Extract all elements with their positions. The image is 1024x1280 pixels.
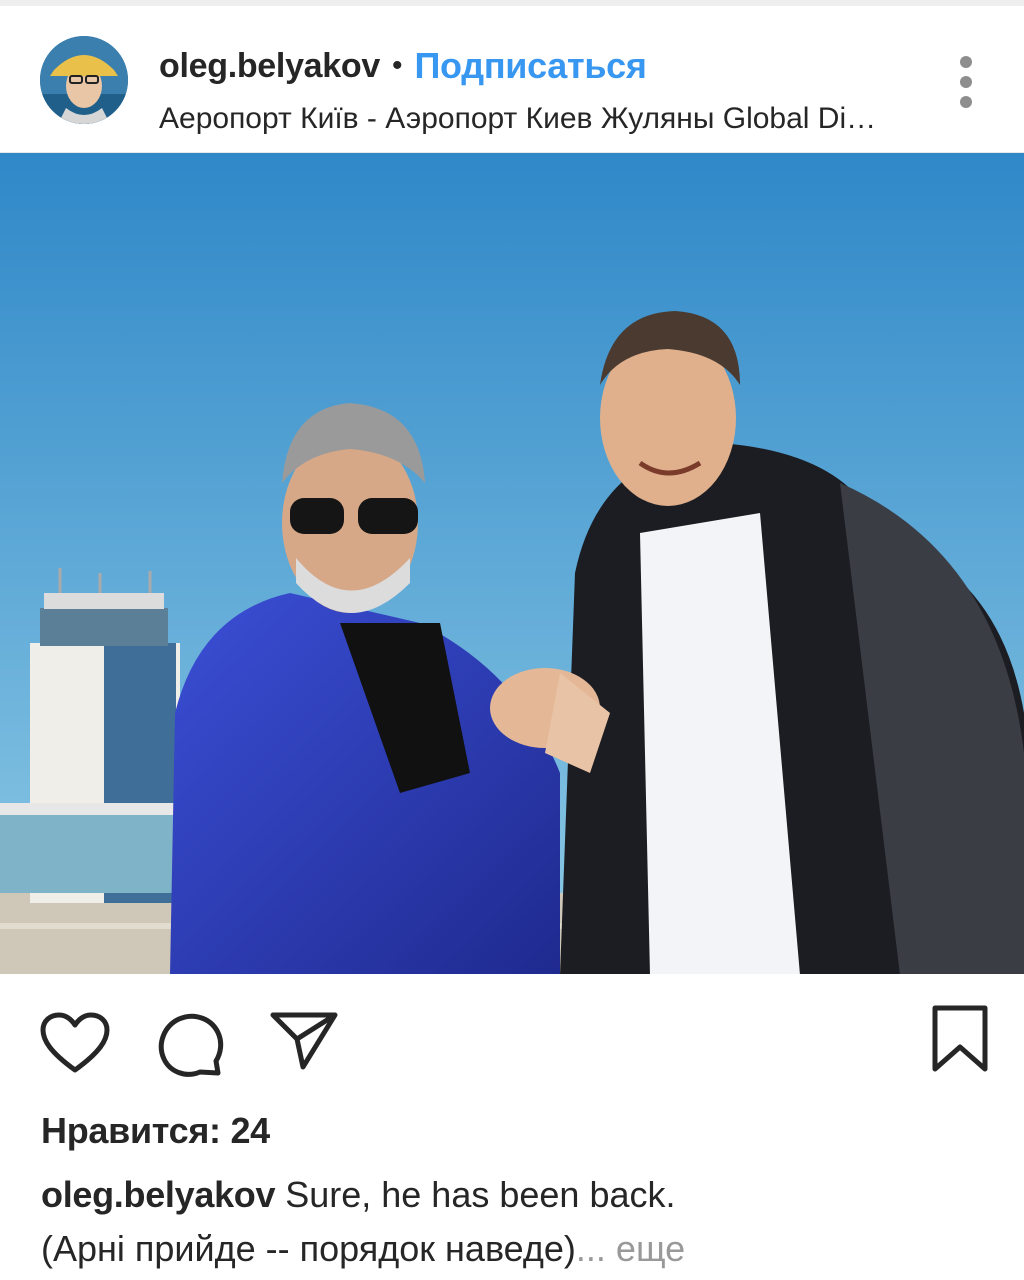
paper-plane-icon <box>270 1012 338 1070</box>
more-options-button[interactable] <box>946 52 986 112</box>
avatar[interactable] <box>40 36 128 124</box>
post-header: oleg.belyakov • Подписаться Аеропорт Киї… <box>0 6 1024 152</box>
avatar-image <box>40 36 128 124</box>
more-vertical-icon <box>960 56 972 68</box>
save-button[interactable] <box>930 1005 990 1078</box>
post-caption: oleg.belyakov Sure, he has been back. (А… <box>41 1168 1001 1276</box>
bookmark-icon <box>932 1005 988 1072</box>
heart-icon <box>40 1012 110 1073</box>
user-line: oleg.belyakov • Подписаться <box>159 42 647 90</box>
caption-more-link[interactable]: ... еще <box>576 1228 685 1269</box>
photo-image <box>0 153 1024 974</box>
comment-bubble-icon <box>158 1013 224 1077</box>
post-photo[interactable] <box>0 152 1024 974</box>
post-username[interactable]: oleg.belyakov <box>159 47 380 86</box>
follow-button[interactable]: Подписаться <box>414 45 646 87</box>
share-button[interactable] <box>270 1011 338 1076</box>
caption-username[interactable]: oleg.belyakov <box>41 1174 276 1215</box>
like-button[interactable] <box>40 1012 110 1079</box>
caption-text-line1: Sure, he has been back. <box>285 1174 676 1215</box>
separator-dot: • <box>391 49 403 82</box>
post-location[interactable]: Аеропорт Київ - Аэропорт Киев Жуляны Glo… <box>159 102 879 136</box>
comment-button[interactable] <box>158 1011 224 1082</box>
post-actions <box>0 974 1024 1094</box>
caption-text-line2: (Арні прийде -- порядок наведе) <box>41 1228 576 1269</box>
likes-count[interactable]: Нравится: 24 <box>41 1110 270 1152</box>
